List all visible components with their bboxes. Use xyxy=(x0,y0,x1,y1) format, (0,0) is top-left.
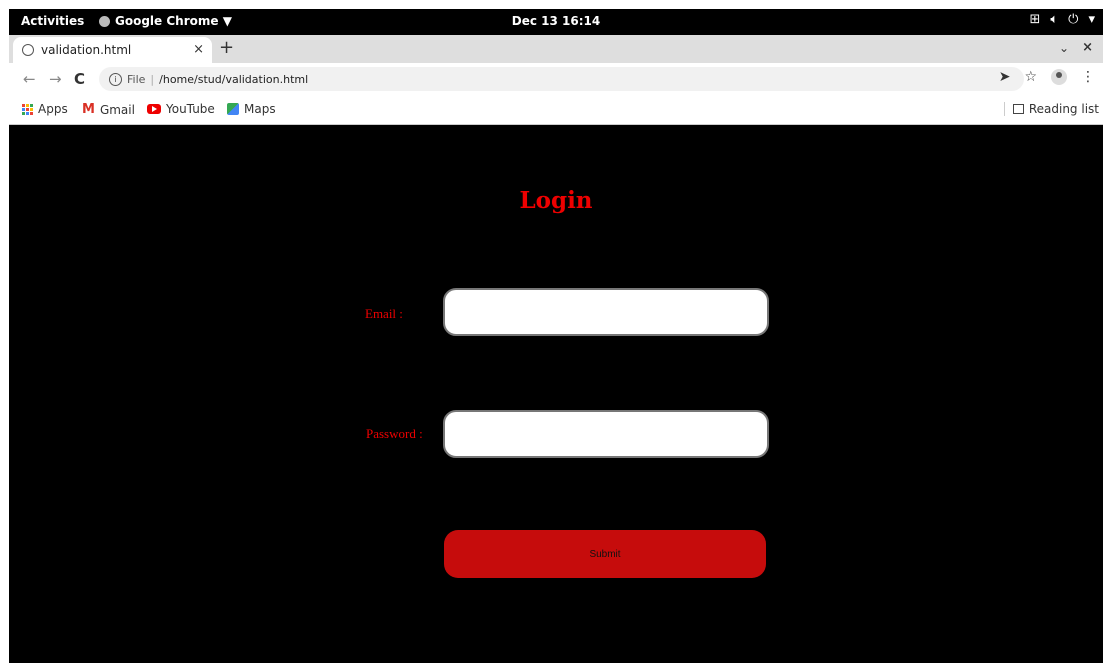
bookmark-youtube[interactable]: YouTube xyxy=(147,102,215,116)
volume-icon: 🔈︎ xyxy=(1050,12,1059,27)
page-title: Login xyxy=(519,187,593,214)
bookmark-maps-label: Maps xyxy=(244,102,276,116)
network-icon: ⊞ xyxy=(1029,12,1041,27)
globe-icon xyxy=(22,44,34,56)
bookmark-star-icon[interactable]: ☆ xyxy=(1024,69,1037,85)
bookmark-gmail-label: Gmail xyxy=(99,102,135,117)
youtube-icon xyxy=(147,104,161,114)
submit-button[interactable]: Submit xyxy=(444,530,766,578)
forward-icon[interactable]: → xyxy=(49,70,62,88)
bookmark-gmail[interactable]: M Gmail xyxy=(82,102,135,117)
tab-validation[interactable]: validation.html × xyxy=(13,37,212,63)
apps-grid-icon xyxy=(22,103,33,115)
tab-search-button[interactable]: ⌄ xyxy=(1059,41,1069,55)
tab-close-button[interactable]: × xyxy=(193,42,204,57)
browser-toolbar: ← → C i File | /home/stud/validation.htm… xyxy=(9,63,1103,95)
back-icon[interactable]: ← xyxy=(23,70,36,88)
chevron-down-icon: ▾ xyxy=(1088,12,1095,27)
kebab-menu-icon[interactable]: ⋮ xyxy=(1081,69,1095,85)
reading-list-label: Reading list xyxy=(1028,102,1099,116)
address-bar[interactable]: i File | /home/stud/validation.html xyxy=(99,67,1024,91)
gnome-top-bar: Activities Google Chrome ▼ Dec 13 16:14 … xyxy=(9,9,1103,35)
send-to-devices-icon[interactable]: ➤ xyxy=(999,69,1011,85)
system-tray[interactable]: ⊞ 🔈︎ ⏻ ▾ xyxy=(1029,12,1095,27)
toolbar-actions: ➤ ☆ ⋮ xyxy=(999,69,1095,85)
power-icon: ⏻ xyxy=(1068,12,1079,27)
address-scheme: File xyxy=(127,72,146,86)
page-content: Login Email : Password : Submit xyxy=(9,125,1103,663)
clock[interactable]: Dec 13 16:14 xyxy=(9,14,1103,28)
bookmark-maps[interactable]: Maps xyxy=(227,102,276,116)
bookmark-apps-label: Apps xyxy=(38,102,68,116)
reading-list-icon xyxy=(1012,104,1024,114)
bookmarks-bar: Apps M Gmail YouTube Maps Reading list xyxy=(9,95,1103,125)
maps-icon xyxy=(227,103,239,115)
screen: Activities Google Chrome ▼ Dec 13 16:14 … xyxy=(9,9,1103,663)
password-field[interactable] xyxy=(443,410,769,458)
email-label: Email : xyxy=(365,306,403,321)
email-field[interactable] xyxy=(443,288,769,336)
info-icon[interactable]: i xyxy=(109,72,122,86)
bookmark-youtube-label: YouTube xyxy=(166,102,215,116)
reload-icon[interactable]: C xyxy=(74,70,85,88)
password-label: Password : xyxy=(366,426,423,441)
address-separator: | xyxy=(150,72,155,86)
profile-avatar-icon[interactable] xyxy=(1051,69,1067,85)
address-path: /home/stud/validation.html xyxy=(159,72,309,86)
tab-strip: validation.html × + ⌄ × xyxy=(9,35,1103,63)
reading-list-button[interactable]: Reading list xyxy=(1003,102,1099,116)
bookmark-apps[interactable]: Apps xyxy=(22,102,68,116)
window-close-button[interactable]: × xyxy=(1082,40,1093,55)
gmail-icon: M xyxy=(82,102,95,117)
tab-title: validation.html xyxy=(41,43,132,57)
new-tab-button[interactable]: + xyxy=(219,37,234,58)
